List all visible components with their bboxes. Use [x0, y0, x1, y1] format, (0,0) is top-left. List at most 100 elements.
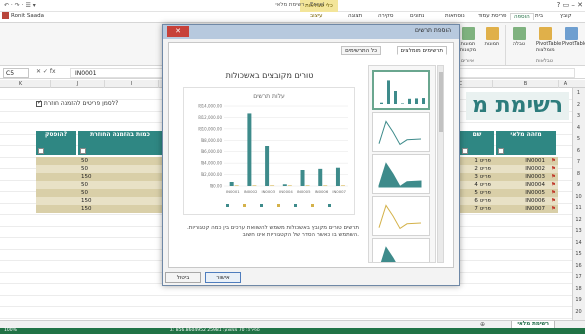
- row-header[interactable]: 12: [572, 215, 585, 226]
- formula-controls[interactable]: ✕ ✓ fx: [36, 68, 56, 75]
- cell-reorder-qty[interactable]: 150: [78, 197, 162, 205]
- row-header[interactable]: 9: [572, 180, 585, 191]
- ribbon-button[interactable]: PivotTable: [562, 27, 585, 47]
- row-header[interactable]: 17: [572, 272, 585, 283]
- column-header[interactable]: A: [558, 80, 572, 88]
- legend-swatch: [277, 204, 280, 207]
- quick-access-toolbar[interactable]: ↶ · ↷ · ☰ ▾: [4, 2, 36, 9]
- scrollbar-thumb[interactable]: [439, 72, 443, 132]
- ribbon-tab[interactable]: הוספה: [510, 13, 534, 20]
- ribbon-tab[interactable]: פריסת עמוד: [478, 13, 506, 19]
- thumbnail-scrollbar[interactable]: [437, 65, 444, 263]
- ribbon-button[interactable]: תמונות: [483, 27, 501, 47]
- cell-id[interactable]: IN0003: [496, 173, 548, 181]
- ribbon-button[interactable]: טבלה: [510, 27, 528, 47]
- header-name[interactable]: שם: [460, 131, 494, 155]
- row-header[interactable]: 14: [572, 238, 585, 249]
- cell-name[interactable]: פריט 3: [460, 173, 494, 181]
- row-header[interactable]: 18: [572, 284, 585, 295]
- cell-name[interactable]: פריט 1: [460, 157, 494, 165]
- account-area[interactable]: Ronit Saada: [2, 12, 44, 22]
- account-name[interactable]: Ronit Saada: [11, 13, 44, 19]
- column-header[interactable]: I: [104, 80, 158, 88]
- column-header[interactable]: J: [50, 80, 104, 88]
- row-header[interactable]: 16: [572, 261, 585, 272]
- cell-reorder-qty[interactable]: 50: [78, 189, 162, 197]
- cell-id[interactable]: IN0002: [496, 165, 548, 173]
- cell-id[interactable]: IN0004: [496, 181, 548, 189]
- ribbon-tab[interactable]: נוסחאות: [445, 13, 465, 19]
- chart-thumbnail[interactable]: [372, 238, 430, 262]
- row-header[interactable]: 1: [572, 88, 585, 99]
- header-discontinued[interactable]: הופסק?: [36, 131, 76, 155]
- reorder-checkbox[interactable]: [36, 99, 42, 107]
- y-tick-label: ₪6,000.00: [201, 149, 222, 154]
- cell-id[interactable]: IN0006: [496, 197, 548, 205]
- cell-reorder-qty[interactable]: 150: [78, 173, 162, 181]
- tab-recommended-charts[interactable]: תרשימים מומלצים: [396, 46, 447, 55]
- chart-thumbnail[interactable]: [372, 70, 430, 110]
- thumbnail-bar: [408, 98, 411, 104]
- row-header[interactable]: 8: [572, 169, 585, 180]
- row-header[interactable]: 20: [572, 307, 585, 318]
- ribbon-tab[interactable]: סקירה: [378, 13, 393, 19]
- chart-thumbnail[interactable]: [372, 196, 430, 236]
- ribbon-button[interactable]: PivotTable מומלצות: [536, 27, 561, 53]
- cell-id[interactable]: IN0005: [496, 189, 548, 197]
- ribbon-tab[interactable]: קובץ: [560, 13, 572, 19]
- row-header[interactable]: 7: [572, 157, 585, 168]
- cell-name[interactable]: פריט 5: [460, 189, 494, 197]
- ribbon-tab[interactable]: תצוגה: [348, 13, 362, 19]
- cancel-button[interactable]: ביטול: [165, 272, 201, 283]
- cell-reorder-qty[interactable]: 150: [78, 205, 162, 213]
- reorder-checkbox-label: לסמן פריטים להזמנה חוזרת?: [43, 100, 119, 107]
- column-header[interactable]: B: [492, 80, 558, 88]
- filter-dropdown-icon[interactable]: [38, 148, 44, 154]
- column-header[interactable]: K: [0, 80, 50, 88]
- cell-reorder-qty[interactable]: 50: [78, 181, 162, 189]
- row-header[interactable]: 5: [572, 134, 585, 145]
- row-header[interactable]: 19: [572, 295, 585, 306]
- zoom-level[interactable]: 100%: [4, 328, 17, 334]
- filter-dropdown-icon[interactable]: [498, 148, 504, 154]
- ok-button[interactable]: אישור: [205, 272, 241, 283]
- row-header[interactable]: 10: [572, 192, 585, 203]
- row-header[interactable]: 11: [572, 203, 585, 214]
- cell-name[interactable]: פריט 6: [460, 197, 494, 205]
- cell-name[interactable]: פריט 4: [460, 181, 494, 189]
- ribbon-tab[interactable]: נתונים: [410, 13, 424, 19]
- ribbon-tab[interactable]: בית: [535, 13, 543, 19]
- window-controls[interactable]: ? ▭ – ✕: [557, 1, 583, 9]
- row-header[interactable]: 2: [572, 100, 585, 111]
- row-header[interactable]: 6: [572, 146, 585, 157]
- chart-thumbnail-list[interactable]: [368, 65, 436, 263]
- ribbon-button-icon: [485, 27, 499, 40]
- name-box[interactable]: C5: [3, 68, 29, 78]
- chart-thumbnail[interactable]: [372, 112, 430, 152]
- chart-thumbnail[interactable]: [372, 154, 430, 194]
- close-icon[interactable]: ✕: [167, 26, 189, 37]
- filter-dropdown-icon[interactable]: [80, 148, 86, 154]
- row-header[interactable]: 15: [572, 249, 585, 260]
- cell-name[interactable]: פריט 2: [460, 165, 494, 173]
- thumbnail-graphic: [380, 80, 425, 104]
- header-reorder-qty[interactable]: כמות בהזמנה החוזרת: [78, 131, 162, 155]
- row-header[interactable]: 3: [572, 111, 585, 122]
- cell-id[interactable]: IN0001: [496, 157, 548, 165]
- sheet-title[interactable]: רשימת מ: [466, 92, 569, 120]
- thumbnail-graphic: [380, 246, 396, 262]
- cell-reorder-qty[interactable]: 50: [78, 165, 162, 173]
- filter-dropdown-icon[interactable]: [462, 148, 468, 154]
- tab-all-charts[interactable]: כל התרשימים: [341, 46, 381, 55]
- avatar[interactable]: [2, 12, 9, 19]
- row-header[interactable]: 13: [572, 226, 585, 237]
- header-id[interactable]: מזהה מלאי: [496, 131, 556, 155]
- ribbon-button[interactable]: תמונות מקוונות: [459, 27, 477, 53]
- ribbon-tab[interactable]: עיצוב: [310, 13, 323, 19]
- reorder-checkbox-row[interactable]: לסמן פריטים להזמנה חוזרת?: [36, 99, 119, 107]
- cell-id[interactable]: IN0007: [496, 205, 548, 213]
- cell-name[interactable]: פריט 7: [460, 205, 494, 213]
- cell-reorder-qty[interactable]: 50: [78, 157, 162, 165]
- legend-swatch: [226, 204, 229, 207]
- row-header[interactable]: 4: [572, 123, 585, 134]
